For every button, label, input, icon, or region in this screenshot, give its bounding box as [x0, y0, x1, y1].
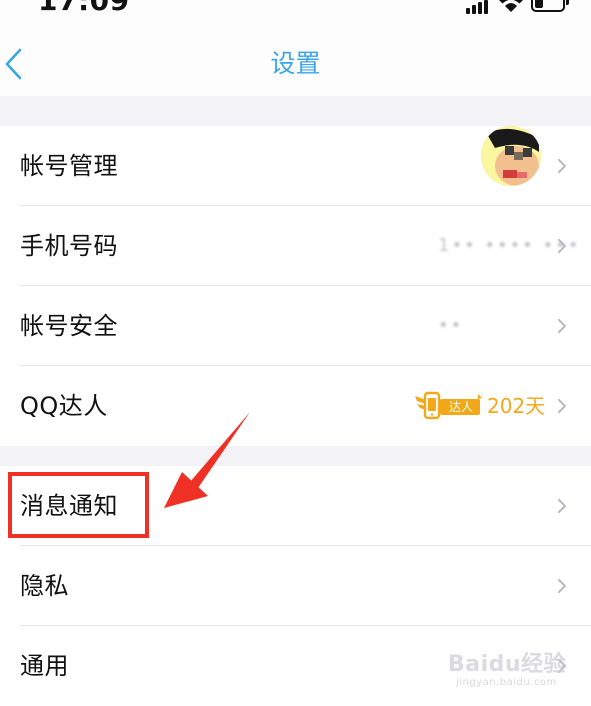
row-label: 帐号安全: [20, 312, 118, 340]
chevron-right-icon: [558, 319, 566, 333]
section-spacer: [0, 96, 591, 126]
row-label: 帐号管理: [20, 152, 118, 180]
annotation-highlight-box: [8, 472, 149, 538]
talent-days-value: 202天: [487, 394, 546, 418]
chevron-right-icon: [558, 159, 566, 173]
settings-row-general[interactable]: 通用: [0, 626, 591, 706]
status-time: 17:09: [38, 0, 130, 17]
annotation-arrow-icon: [164, 412, 250, 508]
chevron-right-icon: [558, 579, 566, 593]
chevron-right-icon: [558, 239, 566, 253]
talent-badge-text: 达人: [448, 400, 473, 414]
settings-row-qq-talent[interactable]: QQ达人 达人 202天: [0, 366, 591, 446]
page-title: 设置: [270, 49, 321, 78]
settings-row-phone-number[interactable]: 手机号码 1•• •••• ••• ••: [0, 206, 591, 336]
wifi-icon: [499, 0, 523, 12]
nav-bar: 设置: [0, 22, 591, 96]
chevron-right-icon: [558, 499, 566, 513]
status-bar: 17:09: [0, 0, 591, 22]
row-label: 隐私: [20, 572, 69, 600]
row-label: 手机号码: [20, 232, 118, 260]
section-spacer: [0, 446, 591, 466]
settings-row-account-security[interactable]: 帐号安全: [0, 286, 591, 366]
chevron-right-icon: [558, 659, 566, 673]
signal-icon: [466, 0, 490, 14]
chevron-right-icon: [558, 399, 566, 413]
avatar: [481, 126, 541, 186]
settings-row-privacy[interactable]: 隐私: [0, 546, 591, 626]
row-label: 通用: [20, 652, 69, 680]
row-label: QQ达人: [20, 392, 108, 420]
battery-icon: [531, 0, 569, 12]
